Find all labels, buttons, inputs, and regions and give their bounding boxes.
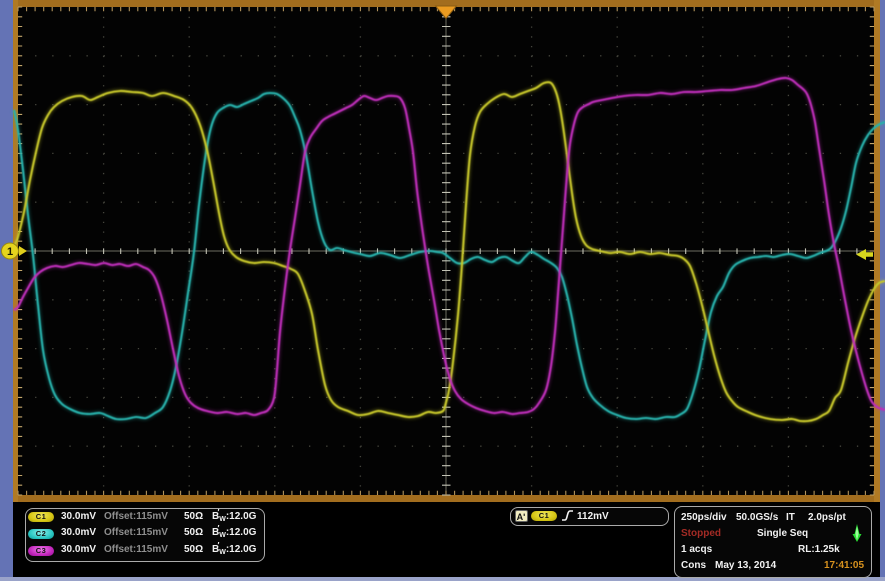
svg-text:1: 1 [7, 246, 13, 258]
